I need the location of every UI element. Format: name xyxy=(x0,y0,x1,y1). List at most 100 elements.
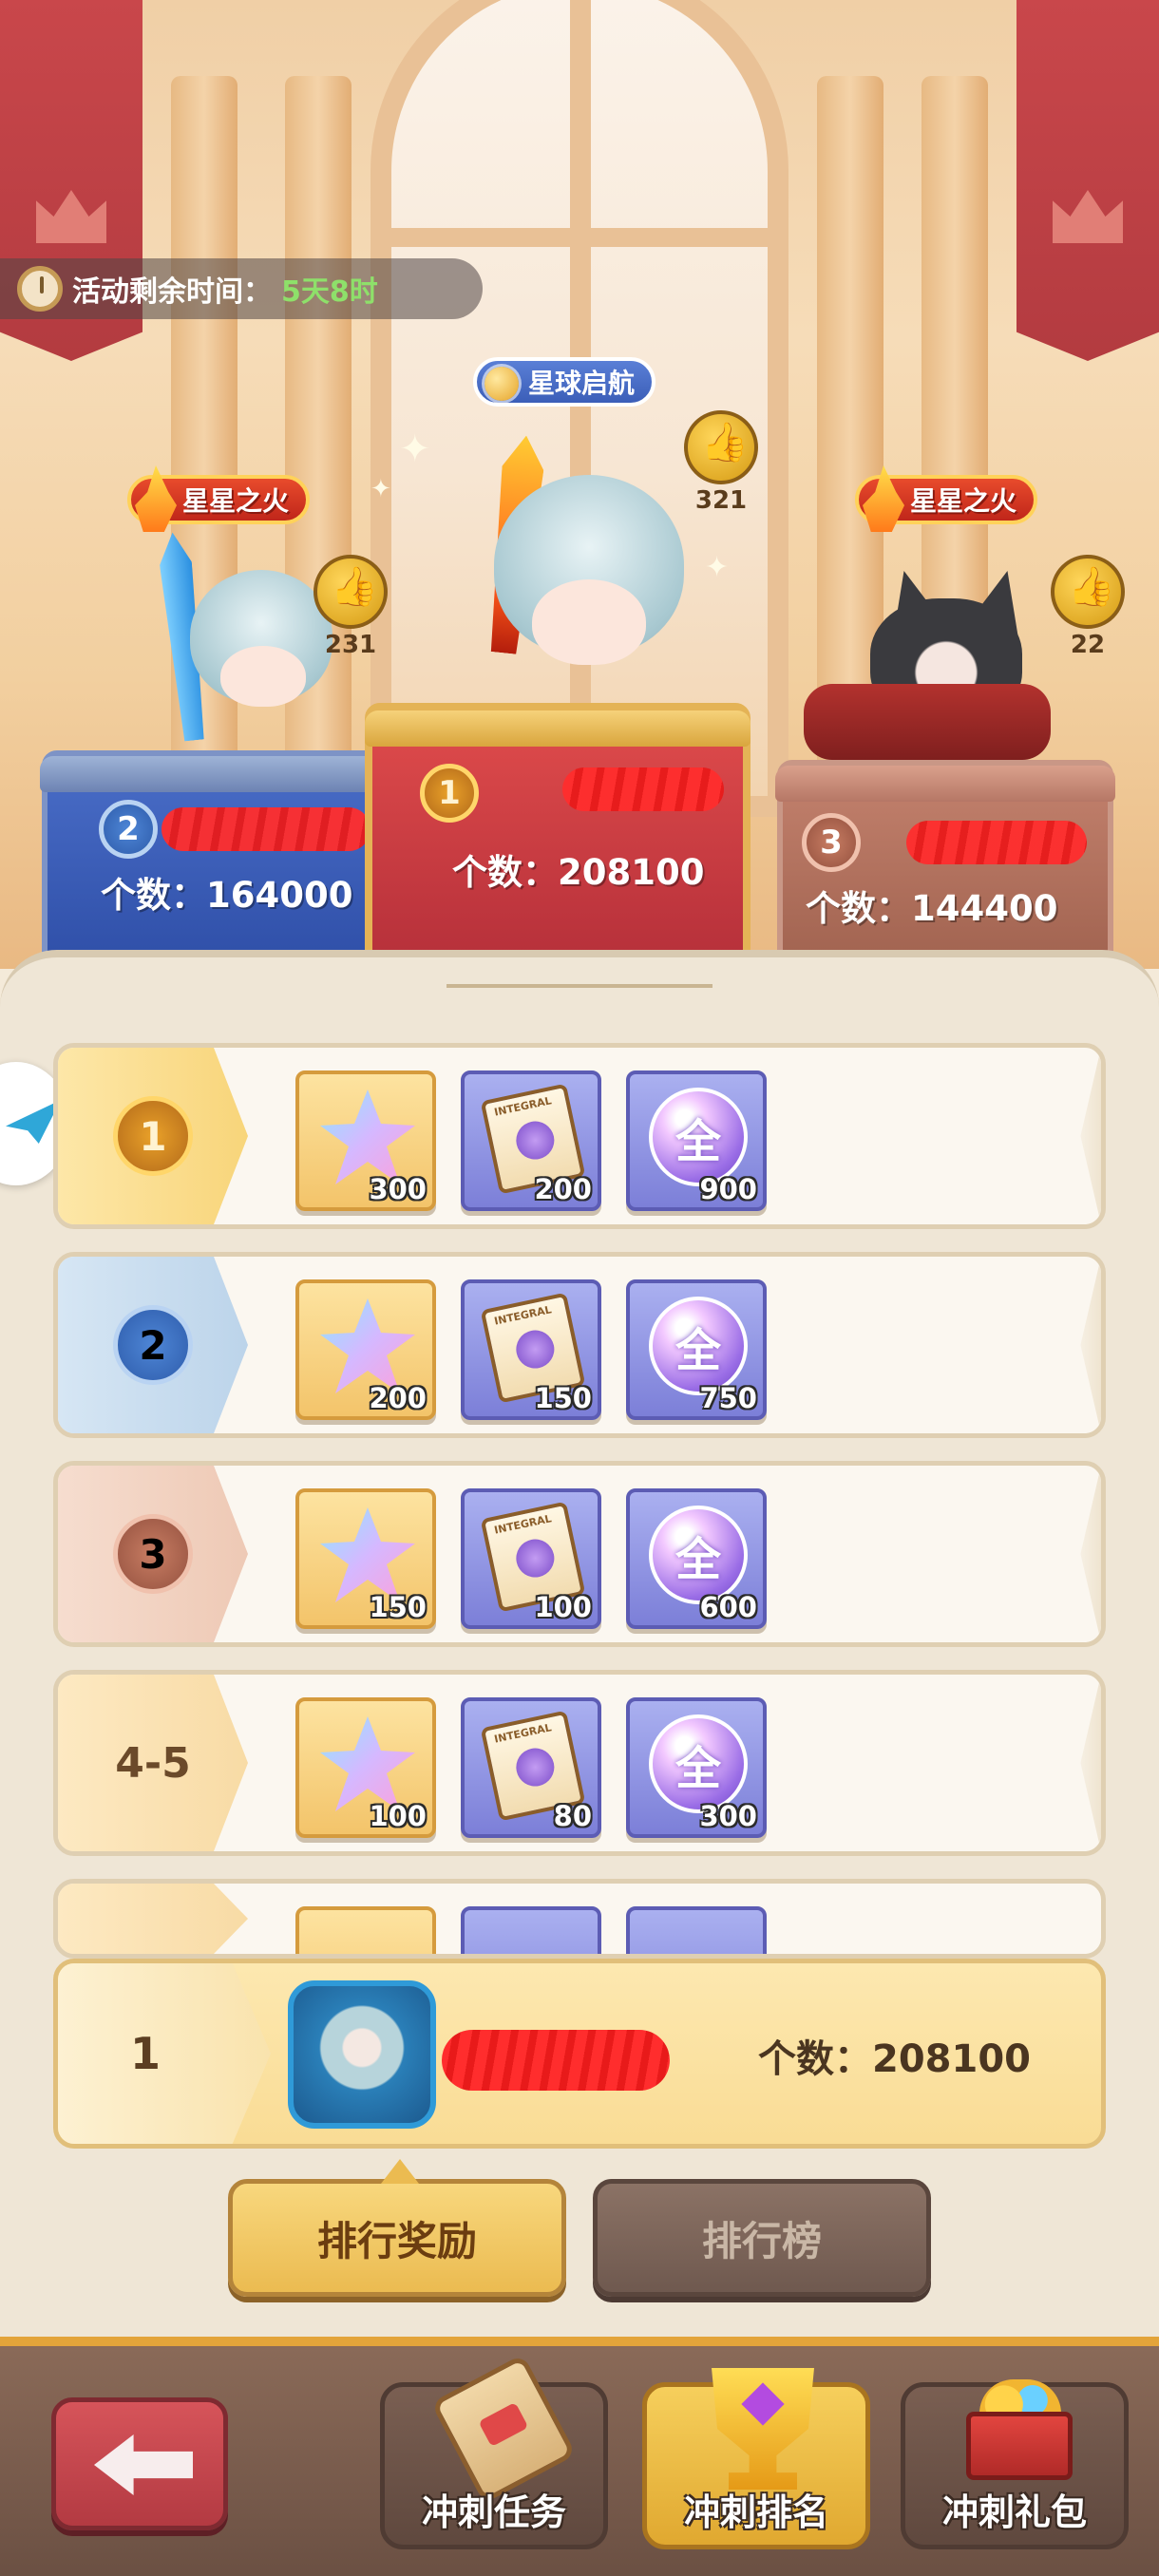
item-quantity: 100 xyxy=(534,1591,592,1623)
rank-tag: 1 xyxy=(58,1048,248,1224)
reward-item[interactable]: 150 xyxy=(295,1488,436,1629)
nav-label: 冲刺排名 xyxy=(683,2491,828,2533)
reward-item[interactable]: 全 300 xyxy=(626,1697,767,1838)
star-shard-icon xyxy=(320,1089,415,1184)
rank-tag: 2 xyxy=(58,1257,248,1433)
right-banner xyxy=(1016,0,1159,361)
podium-first: 1 个数：208100 xyxy=(365,703,750,969)
crown-icon xyxy=(1053,190,1123,243)
title-badge: 星球启航 xyxy=(473,357,656,407)
row-chevron xyxy=(1080,1257,1101,1433)
podium-third: 3 个数：144400 xyxy=(775,760,1115,969)
all-orb-icon: 全 xyxy=(649,1714,748,1813)
reward-row: 1 300 INTEGRAL 200 全 900 xyxy=(53,1043,1106,1229)
reward-item[interactable]: INTEGRAL 100 xyxy=(461,1488,601,1629)
rank-medal: 3 xyxy=(802,813,861,872)
rank-medal: 2 xyxy=(99,800,158,859)
like-button[interactable]: 22 xyxy=(1051,555,1125,659)
back-arrow-icon xyxy=(94,2434,193,2495)
item-quantity: 80 xyxy=(553,1800,592,1832)
my-count: 个数：208100 xyxy=(758,2037,1031,2081)
sparkle-icon: ✦ xyxy=(370,475,391,503)
title-badge: 星星之火 xyxy=(127,475,311,524)
panel-ornament xyxy=(446,969,712,988)
dog-armor xyxy=(804,684,1051,760)
like-button[interactable]: 231 xyxy=(314,555,388,659)
rank-medal-icon: 1 xyxy=(113,1096,193,1176)
item-quantity: 750 xyxy=(699,1382,757,1414)
sparkle-icon: ✦ xyxy=(399,427,431,471)
back-button[interactable] xyxy=(51,2397,228,2530)
item-quantity: 600 xyxy=(699,1591,757,1623)
thumbs-up-icon xyxy=(314,555,388,629)
all-orb-icon: 全 xyxy=(649,1297,748,1395)
reward-item[interactable] xyxy=(461,1906,601,1954)
timer-value: 5天8时 xyxy=(281,275,378,309)
reward-item[interactable] xyxy=(626,1906,767,1954)
item-quantity: 900 xyxy=(699,1173,757,1205)
nav-sprint-ranking[interactable]: 冲刺排名 xyxy=(642,2368,870,2549)
redacted-name xyxy=(562,767,724,811)
like-count: 321 xyxy=(694,486,748,515)
nav-label: 冲刺礼包 xyxy=(941,2491,1087,2533)
podium-count: 个数：208100 xyxy=(452,852,705,893)
reward-item[interactable]: 全 600 xyxy=(626,1488,767,1629)
rank-medal-icon: 2 xyxy=(113,1305,193,1385)
pillar xyxy=(285,76,352,836)
nav-sprint-tasks[interactable]: 冲刺任务 xyxy=(380,2354,608,2549)
podium-second: 2 个数：164000 xyxy=(40,750,386,969)
nav-sprint-gift[interactable]: 冲刺礼包 xyxy=(901,2379,1129,2549)
all-orb-icon: 全 xyxy=(649,1506,748,1604)
podium-top xyxy=(775,766,1115,802)
chest-icon xyxy=(966,2412,1073,2480)
avatar[interactable] xyxy=(288,1980,436,2129)
reward-row: 3 150 INTEGRAL 100 全 600 xyxy=(53,1461,1106,1647)
gift-icon xyxy=(960,2374,1078,2484)
reward-item[interactable]: INTEGRAL 80 xyxy=(461,1697,601,1838)
item-quantity: 150 xyxy=(534,1382,592,1414)
reward-item[interactable]: 全 900 xyxy=(626,1070,767,1211)
reward-item[interactable]: 200 xyxy=(295,1279,436,1420)
tab-rank-rewards[interactable]: 排行奖励 xyxy=(228,2179,566,2297)
reward-item[interactable]: 全 750 xyxy=(626,1279,767,1420)
trophy-icon xyxy=(712,2368,814,2490)
item-quantity: 100 xyxy=(369,1800,427,1832)
reward-item[interactable]: 300 xyxy=(295,1070,436,1211)
redacted-name xyxy=(162,807,370,851)
podium-count: 个数：144400 xyxy=(806,888,1058,929)
title-badge: 星星之火 xyxy=(855,475,1038,524)
nav-label: 冲刺任务 xyxy=(421,2491,566,2533)
rank-tag xyxy=(58,1884,248,1954)
hero-face xyxy=(220,646,306,707)
item-quantity: 300 xyxy=(369,1173,427,1205)
reward-item[interactable]: 100 xyxy=(295,1697,436,1838)
reward-row: 2 200 INTEGRAL 150 全 750 xyxy=(53,1252,1106,1438)
my-rank-number: 1 xyxy=(129,2028,161,2079)
rank-medal-icon: 3 xyxy=(113,1514,193,1594)
podium-count: 个数：164000 xyxy=(101,875,353,916)
item-quantity: 150 xyxy=(369,1591,427,1623)
thumbs-up-icon xyxy=(684,410,758,484)
reward-row: 4-5 100 INTEGRAL 80 全 300 xyxy=(53,1670,1106,1856)
reward-item[interactable] xyxy=(295,1906,436,1954)
podium-top xyxy=(40,756,386,792)
window-divider xyxy=(380,228,779,247)
pillar xyxy=(171,76,238,836)
like-button[interactable]: 321 xyxy=(684,410,758,515)
reward-item[interactable]: INTEGRAL 150 xyxy=(461,1279,601,1420)
event-timer: 活动剩余时间： 5天8时 xyxy=(0,258,483,319)
star-shard-icon xyxy=(320,1716,415,1811)
star-shard-icon xyxy=(320,1507,415,1602)
row-chevron xyxy=(1080,1675,1101,1851)
like-count: 22 xyxy=(1070,631,1106,659)
crown-icon xyxy=(36,190,106,243)
item-quantity: 300 xyxy=(699,1800,757,1832)
star-shard-icon xyxy=(320,1298,415,1393)
clock-icon xyxy=(17,266,63,312)
rank-tag: 3 xyxy=(58,1466,248,1642)
reward-item[interactable]: INTEGRAL 200 xyxy=(461,1070,601,1211)
reward-row-partial xyxy=(53,1879,1106,1959)
rank-range: 4-5 xyxy=(115,1738,191,1788)
tab-leaderboard[interactable]: 排行榜 xyxy=(593,2179,931,2297)
redacted-name xyxy=(906,821,1087,864)
